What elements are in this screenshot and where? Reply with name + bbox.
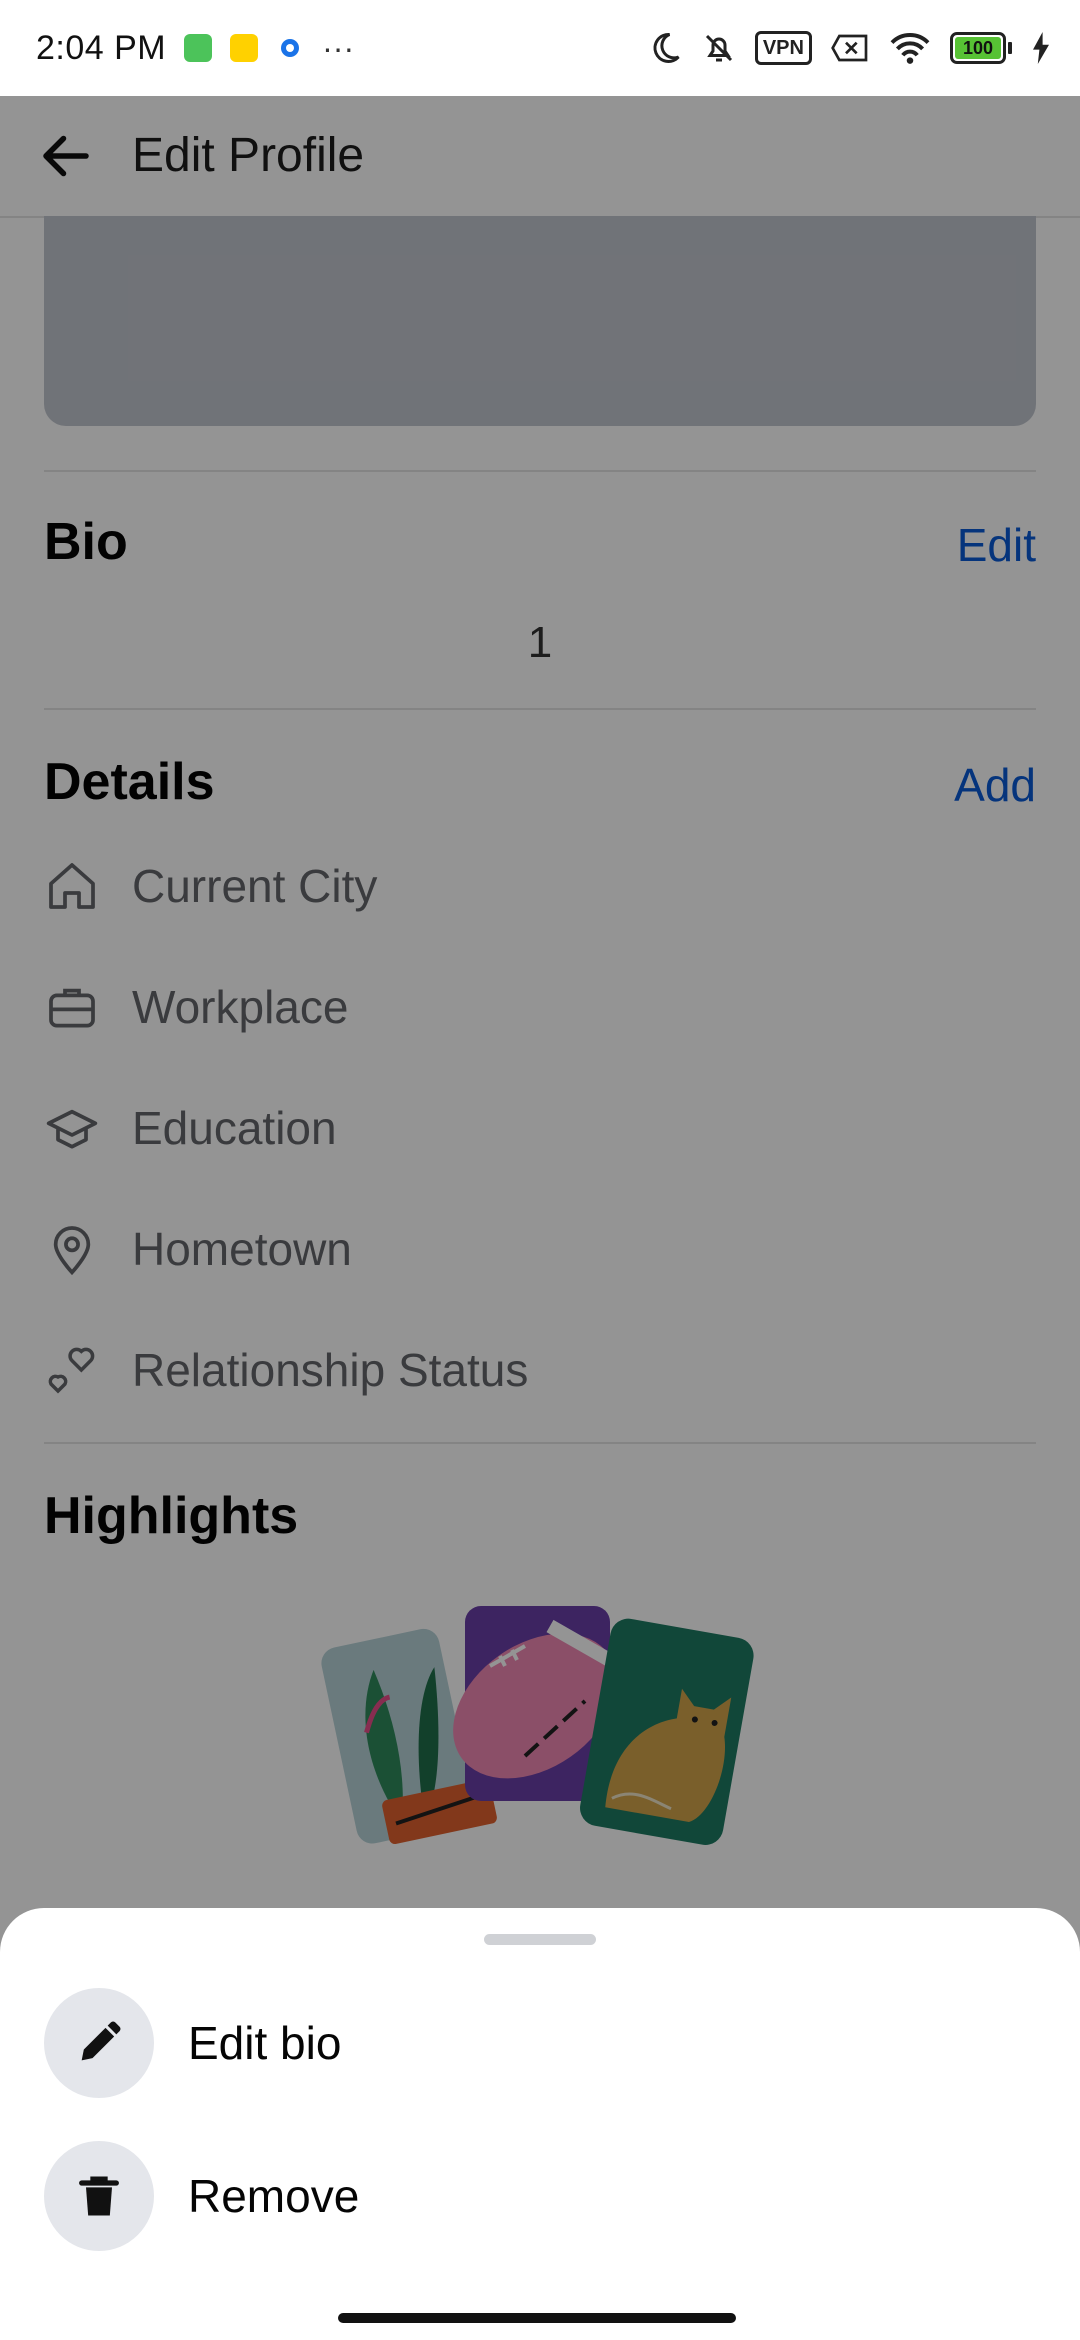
sheet-drag-handle[interactable] [484, 1934, 596, 1945]
sheet-item-label: Edit bio [188, 2017, 342, 2069]
bell-muted-icon [701, 30, 737, 66]
battery-icon: 100 [949, 32, 1012, 64]
status-time: 2:04 PM [36, 28, 167, 67]
pencil-icon [44, 1988, 154, 2098]
vpn-icon: VPN [754, 31, 812, 65]
wifi-icon [888, 30, 932, 66]
home-indicator[interactable] [338, 2313, 736, 2323]
blue-app-icon [276, 34, 304, 62]
more-notifications-icon: ··· [322, 29, 355, 66]
bottom-sheet: Edit bio Remove [0, 1908, 1080, 2340]
battery-level: 100 [954, 37, 1001, 59]
sim-off-icon [830, 32, 870, 64]
status-right: VPN 100 [647, 30, 1052, 66]
app-notification-icon [184, 34, 213, 62]
status-bar: 2:04 PM ··· VPN 100 [0, 0, 1080, 96]
remove-option[interactable]: Remove [44, 2141, 359, 2251]
status-left: 2:04 PM ··· [36, 29, 354, 68]
charging-icon [1030, 32, 1052, 64]
trash-icon [44, 2141, 154, 2251]
moon-icon [647, 30, 683, 66]
meituan-icon [230, 34, 259, 62]
edit-bio-option[interactable]: Edit bio [44, 1988, 341, 2098]
sheet-item-label: Remove [188, 2170, 360, 2222]
